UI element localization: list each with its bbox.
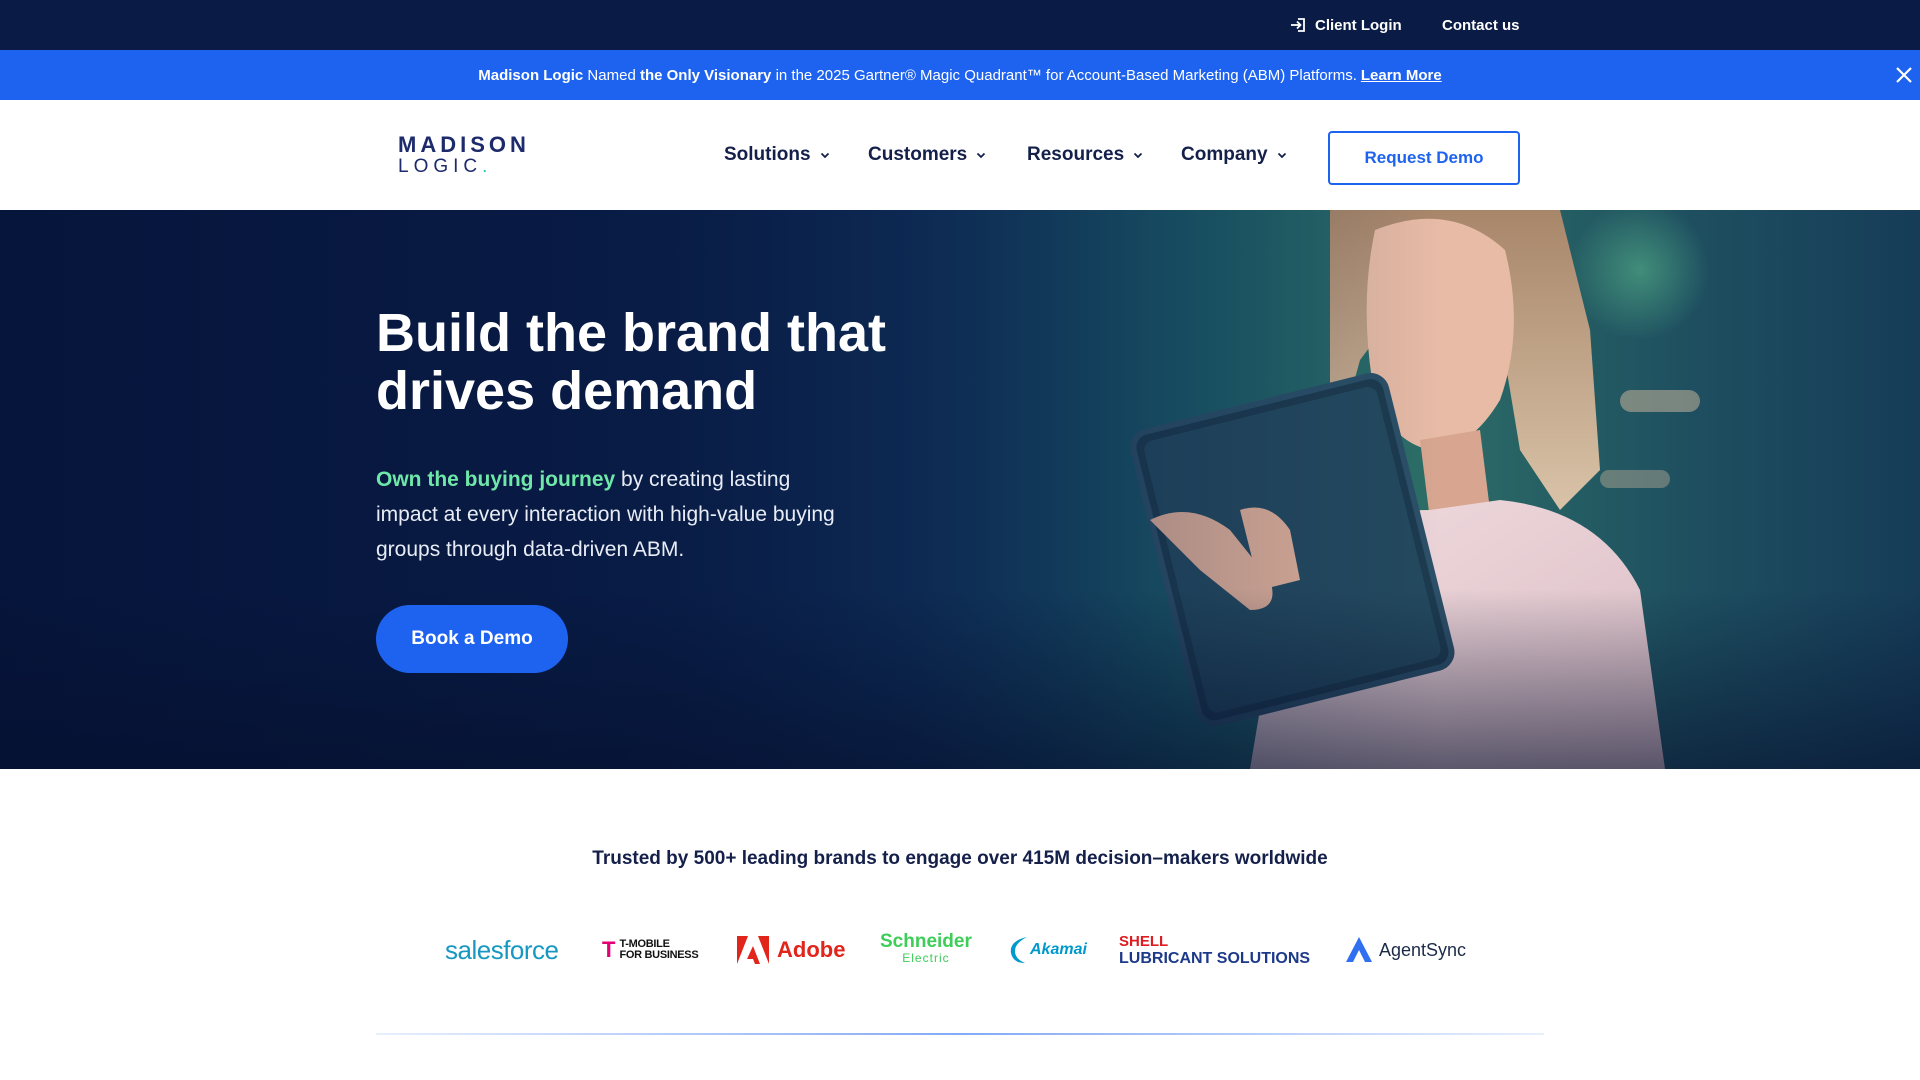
contact-us-link[interactable]: Contact us	[1442, 0, 1520, 50]
announcement-visionary: the Only Visionary	[639, 66, 772, 84]
request-demo-button[interactable]: Request Demo	[1328, 131, 1520, 185]
logo-line1: MADISON	[398, 132, 530, 157]
book-demo-button[interactable]: Book a Demo	[376, 605, 568, 673]
trusted-heading: Trusted by 500+ leading brands to engage…	[592, 848, 1328, 869]
hero-headline: Build the brand that drives demand	[376, 303, 886, 421]
tmobile-logo: T T-MOBILE FOR BUSINESS	[602, 930, 699, 970]
akamai-logo-text: Akamai	[1030, 941, 1087, 958]
hero-body: Own the buying journey by creating lasti…	[376, 462, 856, 567]
salesforce-logo-text: salesforce	[445, 934, 559, 965]
chevron-down-icon	[1134, 152, 1143, 159]
section-divider	[376, 1033, 1544, 1035]
tmobile-t-icon: T	[602, 937, 616, 962]
nav-resources[interactable]: Resources	[1027, 100, 1144, 210]
announcement-named: Named	[583, 66, 640, 84]
salesforce-logo: salesforce	[445, 930, 559, 970]
nav-company[interactable]: Company	[1181, 100, 1288, 210]
hero-section: Build the brand that drives demand Own t…	[0, 210, 1920, 769]
chevron-down-icon	[1277, 152, 1286, 159]
site-header: MADISON LOGIC. Solutions Customers Resou…	[0, 100, 1920, 210]
chevron-down-icon	[820, 152, 829, 159]
announcement-brand: Madison Logic	[478, 66, 584, 84]
madison-logic-logo[interactable]: MADISON LOGIC.	[398, 134, 528, 178]
nav-customers-label: Customers	[868, 144, 968, 165]
shell-lubricant-logo: SHELL LUBRICANT SOLUTIONS	[1119, 930, 1310, 970]
tmobile-logo-text: T-MOBILE FOR BUSINESS	[619, 938, 699, 961]
shell-logo-text: SHELL LUBRICANT SOLUTIONS	[1119, 933, 1311, 967]
client-login-label: Client Login	[1315, 16, 1402, 34]
agentsync-icon	[1346, 937, 1372, 962]
agentsync-logo: AgentSync	[1345, 930, 1466, 970]
hero-highlight: Own the buying journey	[376, 468, 616, 491]
schneider-electric-logo: Schneider Electric	[880, 930, 972, 970]
hero-bottom-overlay	[0, 589, 1920, 769]
close-icon[interactable]	[1893, 64, 1915, 86]
adobe-logo: Adobe	[737, 930, 845, 970]
adobe-icon	[737, 936, 769, 964]
announcement-text: in the 2025 Gartner® Magic Quadrant™ for…	[771, 66, 1357, 84]
agentsync-logo-text: AgentSync	[1379, 939, 1467, 960]
login-icon	[1291, 18, 1305, 32]
nav-resources-label: Resources	[1027, 144, 1125, 165]
schneider-logo-text: Schneider Electric	[880, 931, 972, 965]
client-login-link[interactable]: Client Login	[1289, 0, 1402, 50]
announcement-banner: Madison Logic Named the Only Visionary i…	[0, 50, 1920, 100]
nav-customers[interactable]: Customers	[868, 100, 987, 210]
adobe-logo-text: Adobe	[777, 937, 846, 962]
chevron-down-icon	[977, 152, 986, 159]
nav-solutions-label: Solutions	[724, 144, 811, 165]
nav-solutions[interactable]: Solutions	[724, 100, 831, 210]
learn-more-link[interactable]: Learn More	[1361, 67, 1442, 84]
utility-bar: Client Login Contact us	[0, 0, 1920, 50]
akamai-swoosh-icon	[1010, 937, 1027, 963]
logo-line2: LOGIC.	[398, 156, 493, 177]
akamai-logo: Akamai	[1009, 930, 1087, 970]
nav-company-label: Company	[1181, 144, 1268, 165]
